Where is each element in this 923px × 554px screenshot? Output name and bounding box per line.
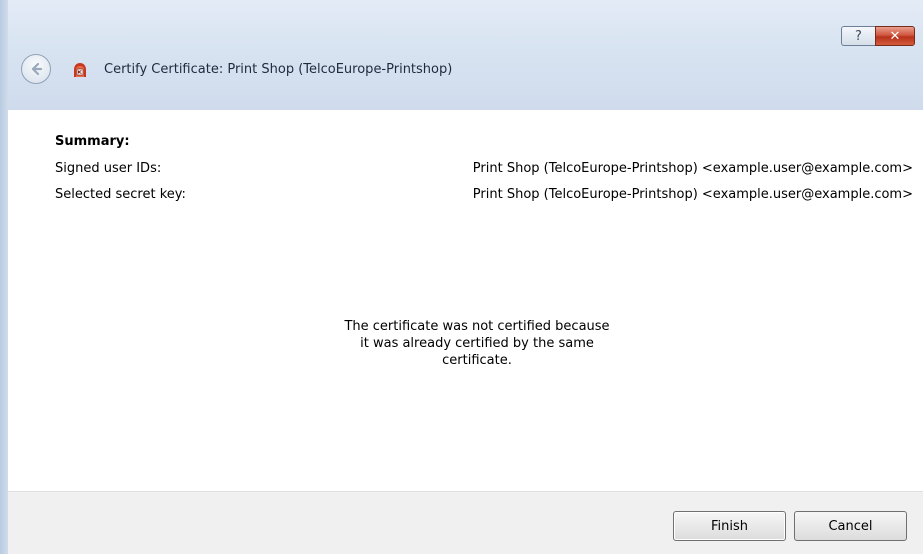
- signed-user-ids-value: Print Shop (TelcoEurope-Printshop) <exam…: [472, 161, 913, 176]
- close-button[interactable]: ✕: [875, 26, 915, 46]
- help-button[interactable]: ?: [841, 26, 875, 46]
- caption-buttons: ? ✕: [841, 26, 915, 46]
- status-message-line-2: it was already certified by the same: [360, 336, 594, 351]
- status-message-line-1: The certificate was not certified becaus…: [344, 319, 610, 334]
- close-icon: ✕: [889, 28, 901, 44]
- selected-secret-key-label: Selected secret key:: [55, 187, 186, 202]
- kleopatra-certificate-icon: [74, 63, 86, 77]
- back-arrow-icon: [31, 62, 43, 76]
- summary-heading: Summary:: [55, 134, 130, 149]
- signed-user-ids-label: Signed user IDs:: [55, 161, 162, 176]
- title-bar: ? ✕: [8, 0, 923, 110]
- content-area: Summary: Signed user IDs: Print Shop (Te…: [8, 110, 923, 491]
- window-title: Certify Certificate: Print Shop (TelcoEu…: [104, 62, 453, 77]
- selected-secret-key-value: Print Shop (TelcoEurope-Printshop) <exam…: [472, 187, 913, 202]
- cancel-button[interactable]: Cancel: [794, 511, 907, 541]
- help-icon: ?: [855, 28, 862, 44]
- back-button[interactable]: [21, 54, 51, 84]
- window-left-frame: [0, 0, 8, 554]
- button-bar: Finish Cancel: [8, 491, 923, 554]
- status-message-line-3: certificate.: [442, 353, 512, 368]
- certify-certificate-window: ? ✕ Certify Certificate: Print Shop (Tel…: [0, 0, 923, 554]
- status-message: The certificate was not certified becaus…: [308, 318, 646, 369]
- finish-button[interactable]: Finish: [673, 511, 786, 541]
